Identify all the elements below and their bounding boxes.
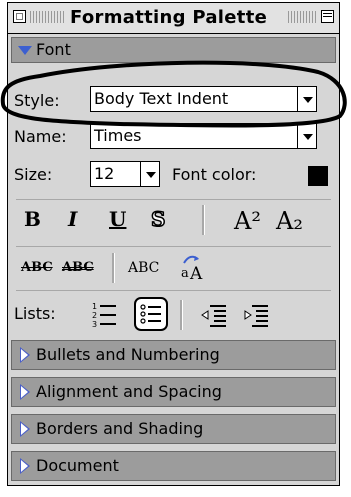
palette-titlebar[interactable]: Formatting Palette bbox=[8, 3, 339, 34]
subscript-button[interactable]: A₂ bbox=[276, 207, 303, 235]
italic-button[interactable]: I bbox=[68, 207, 77, 231]
superscript-button[interactable]: A² bbox=[234, 207, 261, 235]
divider bbox=[16, 290, 331, 291]
section-label: Bullets and Numbering bbox=[36, 345, 220, 364]
svg-text:3: 3 bbox=[92, 320, 97, 329]
section-bullets-numbering[interactable]: Bullets and Numbering bbox=[11, 340, 336, 370]
section-borders-shading[interactable]: Borders and Shading bbox=[11, 414, 336, 444]
disclosure-collapsed-icon[interactable] bbox=[20, 384, 30, 400]
disclosure-collapsed-icon[interactable] bbox=[20, 421, 30, 437]
section-document[interactable]: Document bbox=[11, 451, 336, 481]
font-color-label: Font color: bbox=[172, 165, 257, 184]
svg-text:1: 1 bbox=[92, 302, 97, 311]
strikethrough-button[interactable]: ABC bbox=[21, 260, 53, 275]
font-color-swatch[interactable] bbox=[308, 166, 328, 186]
font-size-dropdown-arrow-icon[interactable] bbox=[140, 161, 160, 187]
divider bbox=[16, 199, 331, 200]
titlebar-grip bbox=[30, 11, 66, 23]
font-section-label: Font bbox=[36, 40, 71, 59]
font-size-select[interactable]: 12 bbox=[90, 161, 142, 187]
font-name-dropdown-arrow-icon[interactable] bbox=[297, 123, 317, 149]
disclosure-collapsed-icon[interactable] bbox=[20, 347, 30, 363]
double-strikethrough-button[interactable]: ABC bbox=[62, 260, 94, 275]
disclosure-collapsed-icon[interactable] bbox=[20, 458, 30, 474]
increase-indent-icon[interactable] bbox=[240, 299, 272, 331]
style-dropdown-arrow-icon[interactable] bbox=[297, 86, 317, 112]
section-alignment-spacing[interactable]: Alignment and Spacing bbox=[11, 377, 336, 407]
lists-label: Lists: bbox=[14, 304, 56, 323]
section-label: Document bbox=[36, 456, 119, 475]
section-label: Borders and Shading bbox=[36, 419, 204, 438]
formatting-palette: Formatting Palette Font Style: Body Text… bbox=[7, 2, 340, 486]
underline-button[interactable]: U bbox=[109, 207, 126, 231]
divider bbox=[202, 205, 205, 235]
disclosure-expanded-icon[interactable] bbox=[18, 46, 32, 55]
font-name-select[interactable]: Times bbox=[90, 123, 300, 149]
divider bbox=[16, 246, 331, 247]
svg-text:2: 2 bbox=[92, 311, 97, 320]
small-caps-button[interactable]: ABC bbox=[128, 260, 159, 276]
svg-text:a: a bbox=[181, 266, 189, 281]
bold-button[interactable]: B bbox=[24, 207, 41, 231]
divider bbox=[112, 253, 115, 283]
style-label: Style: bbox=[14, 91, 60, 110]
divider bbox=[180, 300, 183, 330]
titlebar-grip bbox=[288, 11, 318, 23]
section-label: Alignment and Spacing bbox=[36, 382, 222, 401]
style-select[interactable]: Body Text Indent bbox=[90, 86, 300, 112]
all-caps-icon[interactable]: a A bbox=[178, 253, 208, 284]
decrease-indent-icon[interactable] bbox=[198, 299, 230, 331]
palette-title: Formatting Palette bbox=[70, 7, 268, 28]
font-section-header[interactable]: Font bbox=[11, 37, 336, 63]
collapse-box-icon[interactable] bbox=[321, 10, 334, 23]
size-label: Size: bbox=[14, 165, 53, 184]
numbered-list-icon[interactable]: 1 2 3 bbox=[90, 299, 122, 331]
name-label: Name: bbox=[14, 127, 67, 146]
bulleted-list-icon[interactable] bbox=[134, 297, 168, 331]
shadow-button[interactable]: S bbox=[150, 206, 166, 232]
close-box-icon[interactable] bbox=[13, 10, 26, 23]
svg-text:A: A bbox=[189, 264, 203, 283]
